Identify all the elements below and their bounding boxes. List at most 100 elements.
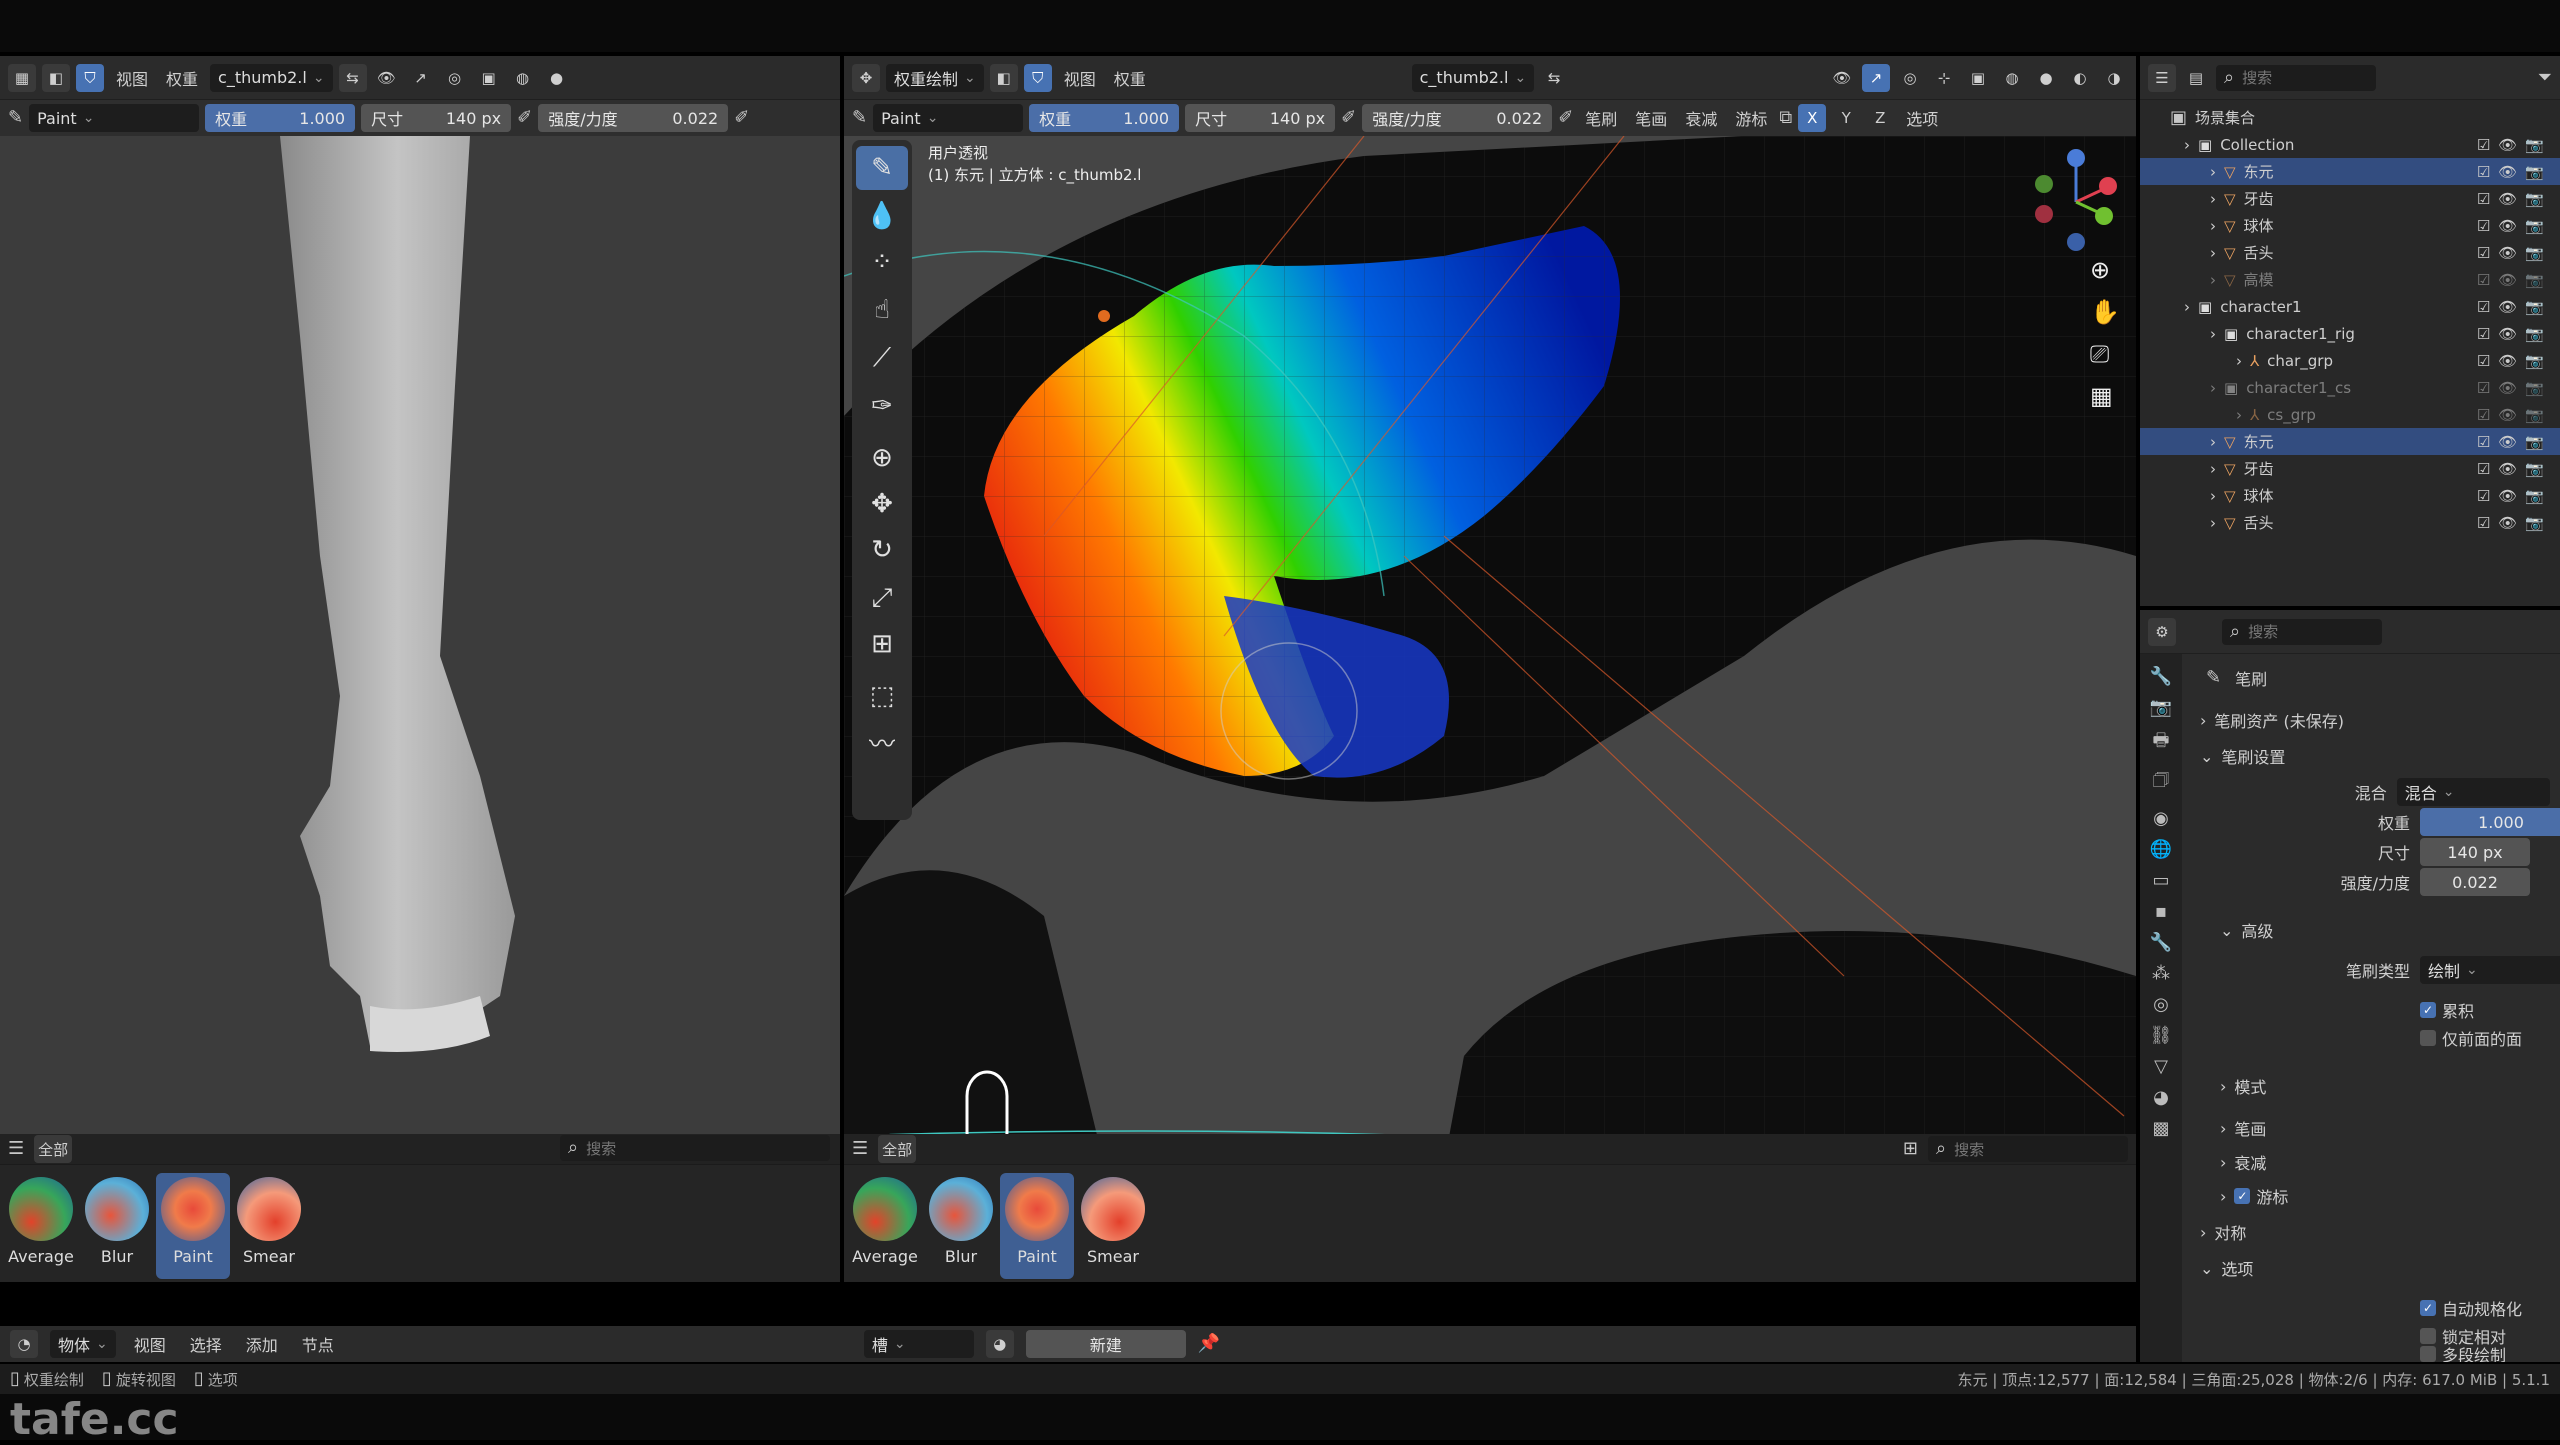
world-tab-icon[interactable]: 🌐 <box>2150 839 2172 860</box>
data-tab-icon[interactable]: ▽ <box>2154 1056 2168 1077</box>
brush-paint[interactable]: Paint <box>1000 1173 1074 1279</box>
editor-type-button[interactable]: ▦ <box>8 63 36 92</box>
size-field[interactable]: 尺寸 140 px <box>361 104 512 132</box>
multi-paint-checkbox[interactable] <box>2420 1346 2436 1362</box>
gizmo-icon[interactable]: ↗ <box>1862 63 1891 92</box>
chevron-right-icon[interactable]: › <box>2210 271 2216 289</box>
auto-normalize-checkbox[interactable]: ✓ <box>2420 1300 2436 1316</box>
settings-section-header[interactable]: ⌄ 笔刷设置 <box>2200 742 2285 770</box>
gizmo-icon[interactable]: ↗ <box>407 64 435 92</box>
options-popover[interactable]: 选项 <box>1900 106 1944 130</box>
outliner-row[interactable]: › ▣ character1_rig ☑👁📷 <box>2140 320 2560 347</box>
overlay-icon[interactable]: ◎ <box>441 64 469 92</box>
outliner-search[interactable]: ⌕ 搜索 <box>2216 64 2376 91</box>
chevron-right-icon[interactable]: › <box>2184 298 2190 316</box>
visibility-toggles-icon[interactable]: ☑👁📷 <box>2477 406 2552 424</box>
editor-type-button[interactable]: ◔ <box>10 1330 38 1358</box>
pen-pressure-icon[interactable]: ✐ <box>517 109 532 127</box>
average-tool-icon[interactable]: ⁘ <box>856 240 908 284</box>
weight-menu[interactable]: 权重 <box>160 66 204 90</box>
move-tool-icon[interactable]: ✥ <box>856 482 908 526</box>
axis-x-toggle[interactable]: X <box>1798 104 1827 132</box>
outliner-row[interactable]: › ▽ 东元 ☑👁📷 <box>2140 428 2560 455</box>
visibility-toggles-icon[interactable]: ☑👁📷 <box>2477 190 2552 208</box>
brush-smear[interactable]: Smear <box>1076 1173 1150 1279</box>
texture-tab-icon[interactable]: ▩ <box>2152 1118 2169 1139</box>
properties-search[interactable]: ⌕ 搜索 <box>2222 618 2382 645</box>
outliner-row[interactable]: › ⅄ char_grp ☑👁📷 <box>2140 347 2560 374</box>
chevron-right-icon[interactable]: › <box>2184 136 2190 154</box>
front-faces-row[interactable]: 仅前面的面 <box>2340 1024 2522 1052</box>
select-menu[interactable]: 选择 <box>184 1332 228 1356</box>
shelf-tab-all[interactable]: 全部 <box>34 1135 73 1163</box>
visibility-toggles-icon[interactable]: ☑👁📷 <box>2477 433 2552 451</box>
editor-type-button[interactable]: ✥ <box>852 63 880 92</box>
blend-dropdown[interactable]: 混合 <box>2396 778 2550 806</box>
editor-type-button[interactable]: ⚙ <box>2148 617 2176 646</box>
chevron-right-icon[interactable]: › <box>2210 433 2216 451</box>
pan-hand-icon[interactable]: ✋ <box>2090 298 2120 326</box>
chevron-right-icon[interactable]: › <box>2210 487 2216 505</box>
chevron-right-icon[interactable]: › <box>2236 406 2242 424</box>
outliner-row[interactable]: › ⅄ cs_grp ☑👁📷 <box>2140 401 2560 428</box>
object-menu[interactable]: 物体 <box>50 1330 116 1358</box>
shading-render-icon[interactable]: ◑ <box>2100 64 2128 92</box>
collection-tab-icon[interactable]: ▭ <box>2152 870 2169 891</box>
transform-icon[interactable]: ⇆ <box>1540 64 1568 92</box>
asset-section-header[interactable]: › 笔刷资产 (未保存) <box>2200 706 2344 734</box>
visibility-toggles-icon[interactable]: ☑👁📷 <box>2477 217 2552 235</box>
snap-icon[interactable]: ⊹ <box>1930 64 1958 92</box>
render-tab-icon[interactable]: 📷 <box>2150 697 2172 718</box>
options-section-header[interactable]: ⌄ 选项 <box>2200 1254 2253 1282</box>
pin-icon[interactable]: 📌 <box>1198 1335 1220 1353</box>
chevron-right-icon[interactable]: › <box>2210 514 2216 532</box>
slot-selector[interactable]: 槽 <box>863 1330 974 1358</box>
modifier-tab-icon[interactable]: 🔧 <box>2150 932 2172 953</box>
select-box-icon[interactable]: ⬚ <box>856 674 908 718</box>
symmetry-section-header[interactable]: › 对称 <box>2200 1218 2246 1246</box>
strength-field[interactable]: 0.022 <box>2420 868 2530 896</box>
outliner-row[interactable]: › ▣ Collection ☑👁📷 <box>2140 131 2560 158</box>
mode-selector[interactable]: 权重绘制 <box>886 63 984 92</box>
stroke-section-header[interactable]: › 笔画 <box>2220 1114 2266 1142</box>
outliner-row[interactable]: › ▣ character1_cs ☑👁📷 <box>2140 374 2560 401</box>
chevron-right-icon[interactable]: › <box>2210 163 2216 181</box>
axis-z-toggle[interactable]: Z <box>1866 104 1894 132</box>
lock-relative-checkbox[interactable] <box>2420 1328 2436 1344</box>
gradient-tool-icon[interactable]: ⟋ <box>856 336 908 380</box>
new-material-button[interactable]: 新建 <box>1025 1330 1186 1358</box>
xray-icon[interactable]: ▣ <box>475 64 503 92</box>
falloff-section-header[interactable]: › 衰减 <box>2220 1148 2266 1176</box>
visibility-toggles-icon[interactable]: ☑👁📷 <box>2477 514 2552 532</box>
view-menu[interactable]: 视图 <box>1058 66 1102 90</box>
weight-field[interactable]: 1.000 <box>2420 808 2560 836</box>
zoom-icon[interactable]: ⊕ <box>2090 256 2120 284</box>
advanced-section-header[interactable]: ⌄ 高级 <box>2220 916 2273 944</box>
outliner-row[interactable]: › ▽ 牙齿 ☑👁📷 <box>2140 455 2560 482</box>
filter-icon[interactable]: ⏷ <box>2538 68 2552 87</box>
pen-pressure-icon-2[interactable]: ✐ <box>1558 109 1573 127</box>
strength-field[interactable]: 强度/力度 0.022 <box>1362 104 1553 132</box>
shading-solid-icon[interactable]: ● <box>2032 64 2060 92</box>
cursor-section-header[interactable]: › ✓ 游标 <box>2220 1182 2288 1210</box>
material-tab-icon[interactable]: ◕ <box>2153 1087 2169 1108</box>
ortho-grid-icon[interactable]: ▦ <box>2090 382 2120 410</box>
falloff-popover[interactable]: 衰减 <box>1679 106 1723 130</box>
brush-blur[interactable]: Blur <box>80 1173 154 1279</box>
size-field[interactable]: 140 px <box>2420 838 2530 866</box>
outliner-row[interactable]: › ▣ character1 ☑👁📷 <box>2140 293 2560 320</box>
editor-type-button[interactable]: ☰ <box>2148 63 2176 92</box>
hamburger-icon[interactable]: ☰ <box>8 1140 24 1158</box>
weight-field[interactable]: 权重 1.000 <box>205 104 356 132</box>
camera-icon[interactable]: ⎚ <box>2090 340 2120 368</box>
visibility-toggles-icon[interactable]: ☑👁📷 <box>2477 487 2552 505</box>
outliner-row[interactable]: › ▽ 舌头 ☑👁📷 <box>2140 239 2560 266</box>
weight-field[interactable]: 权重 1.000 <box>1029 104 1180 132</box>
accumulate-row[interactable]: ✓ 累积 <box>2340 996 2474 1024</box>
accumulate-checkbox[interactable]: ✓ <box>2420 1002 2436 1018</box>
blur-tool-icon[interactable]: 💧 <box>856 194 908 238</box>
paint-mask-icon[interactable]: ⛉ <box>1023 63 1052 92</box>
xray-icon[interactable]: ▣ <box>1964 64 1992 92</box>
view-layer-tab-icon[interactable]: 🗇 <box>2153 768 2170 798</box>
sample-weight-icon[interactable]: ✑ <box>856 384 908 428</box>
